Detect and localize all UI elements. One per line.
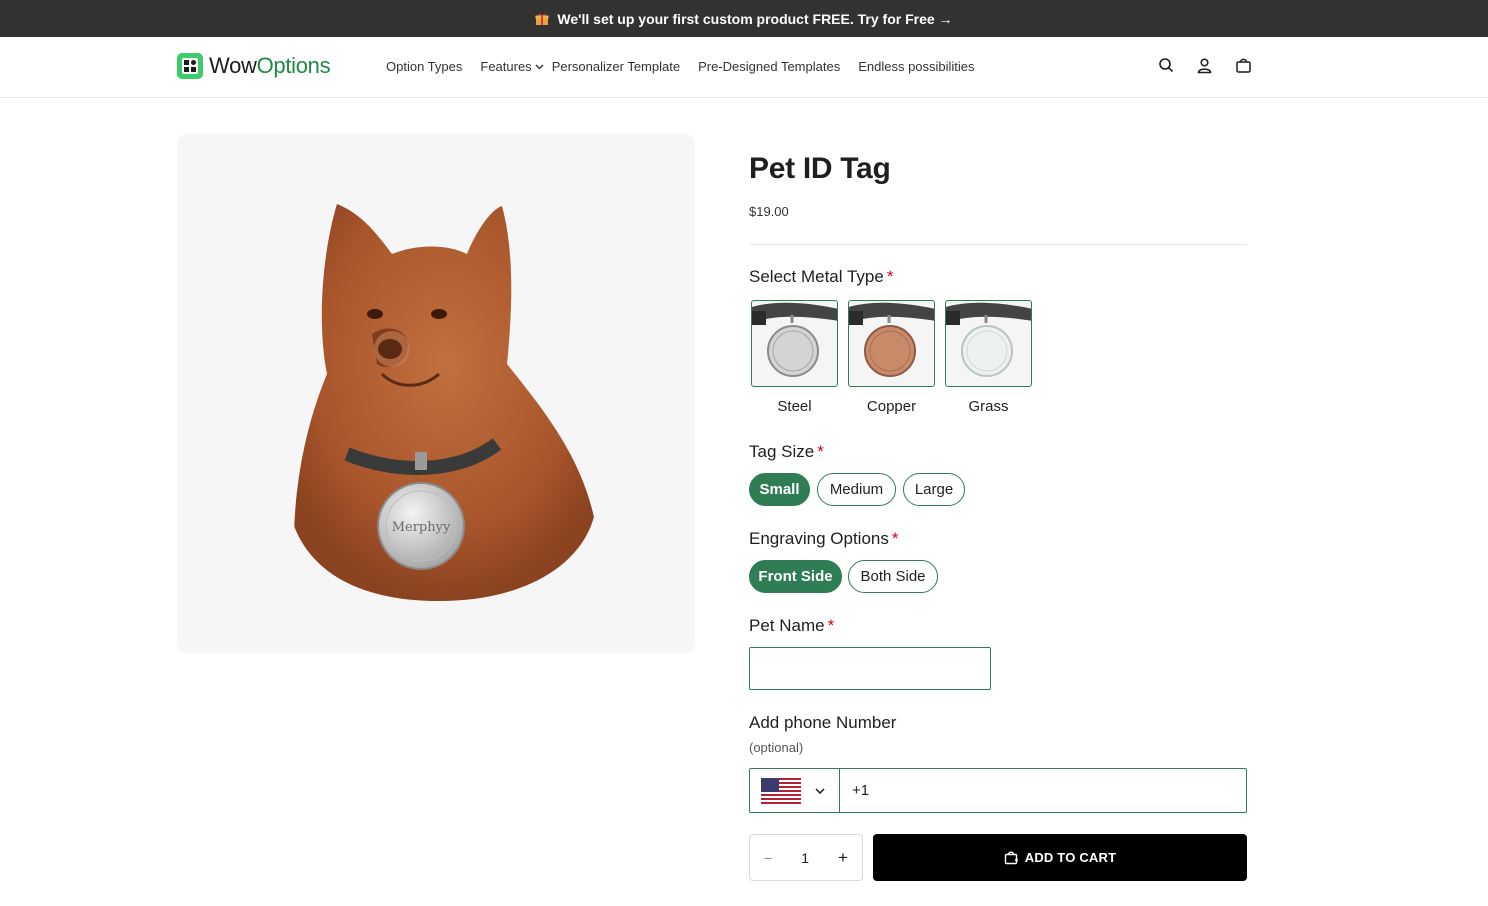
quantity-decrease-button[interactable]: −: [764, 850, 772, 866]
add-to-cart-label: ADD TO CART: [1024, 850, 1117, 865]
tag-engraving-text: Merphyy: [392, 520, 451, 535]
gift-icon: [535, 12, 549, 26]
required-asterisk: *: [891, 529, 899, 548]
metal-type-label: Select Metal Type *: [749, 267, 893, 287]
nav-pre-designed-templates-label: Pre-Designed Templates: [698, 59, 841, 74]
brand-name-part2: Options: [256, 53, 331, 78]
country-selector[interactable]: [750, 769, 840, 812]
quantity-value[interactable]: 1: [801, 850, 809, 866]
engraving-option-front-side[interactable]: Front Side: [749, 560, 842, 593]
product-title: Pet ID Tag: [749, 152, 891, 185]
announcement-text[interactable]: We'll set up your first custom product F…: [557, 11, 952, 27]
main-nav: Option Types Features Personalizer Templ…: [386, 59, 993, 74]
pet-name-label-text: Pet Name: [749, 616, 825, 635]
size-option-small[interactable]: Small: [749, 473, 810, 506]
nav-personalizer-template[interactable]: Personalizer Template: [552, 59, 680, 74]
logo-mark-icon: [177, 53, 203, 79]
quantity-stepper: − 1 +: [749, 834, 863, 881]
metal-swatch-steel[interactable]: [751, 300, 838, 387]
chevron-down-icon: [535, 64, 544, 69]
cart-bag-plus-icon: [1004, 851, 1018, 865]
nav-option-types-label: Option Types: [386, 59, 463, 74]
nav-personalizer-template-label: Personalizer Template: [551, 59, 681, 74]
product-image[interactable]: Merphyy: [177, 134, 695, 653]
us-flag-icon: [761, 777, 801, 804]
engraving-label-text: Engraving Options: [749, 529, 889, 548]
phone-label: Add phone Number: [749, 713, 897, 732]
brand-name: WowOptions: [209, 53, 331, 79]
metal-type-label-text: Select Metal Type: [749, 267, 884, 286]
search-icon[interactable]: [1158, 57, 1175, 74]
nav-endless-possibilities[interactable]: Endless possibilities: [858, 59, 974, 74]
phone-number-input[interactable]: +1: [840, 769, 869, 812]
brand-logo[interactable]: WowOptions: [177, 53, 331, 79]
required-asterisk: *: [827, 616, 835, 635]
tag-size-label: Tag Size *: [749, 442, 824, 462]
nav-endless-possibilities-label: Endless possibilities: [858, 59, 975, 74]
nav-features-label: Features: [480, 59, 532, 74]
pet-name-input[interactable]: [749, 647, 991, 690]
pet-name-label: Pet Name *: [749, 616, 834, 636]
size-option-medium[interactable]: Medium: [817, 473, 896, 506]
nav-features[interactable]: Features: [480, 59, 544, 74]
site-header: WowOptions Option Types Features Persona…: [0, 37, 1488, 98]
tag-size-label-text: Tag Size: [749, 442, 815, 461]
metal-swatch-grass-label: Grass: [968, 398, 1009, 415]
size-option-large[interactable]: Large: [903, 473, 965, 506]
phone-field: +1: [749, 768, 1247, 813]
dog-with-tag-image: Merphyy: [293, 204, 597, 601]
required-asterisk: *: [886, 267, 894, 286]
cart-bag-icon[interactable]: [1235, 57, 1252, 74]
product-price: $19.00: [749, 204, 789, 219]
chevron-down-icon: [815, 787, 825, 794]
metal-swatch-copper[interactable]: [848, 300, 935, 387]
required-asterisk: *: [817, 442, 824, 461]
grass-tag-thumbnail: [946, 302, 1031, 377]
announcement-bar[interactable]: We'll set up your first custom product F…: [0, 0, 1488, 37]
quantity-increase-button[interactable]: +: [838, 848, 848, 868]
engraving-option-both-side[interactable]: Both Side: [848, 560, 938, 593]
steel-tag-thumbnail: [752, 302, 837, 377]
copper-tag-thumbnail: [849, 302, 934, 377]
phone-optional-note: (optional): [749, 740, 804, 755]
account-icon[interactable]: [1196, 57, 1213, 74]
metal-swatch-grass[interactable]: [945, 300, 1032, 387]
nav-option-types[interactable]: Option Types: [386, 59, 462, 74]
metal-swatch-steel-label: Steel: [777, 398, 812, 415]
add-to-cart-button[interactable]: ADD TO CART: [873, 834, 1247, 881]
engraving-label: Engraving Options *: [749, 529, 899, 549]
metal-swatch-copper-label: Copper: [866, 398, 917, 415]
brand-name-part1: Wow: [209, 53, 257, 78]
divider: [749, 244, 1247, 245]
nav-pre-designed-templates[interactable]: Pre-Designed Templates: [698, 59, 840, 74]
